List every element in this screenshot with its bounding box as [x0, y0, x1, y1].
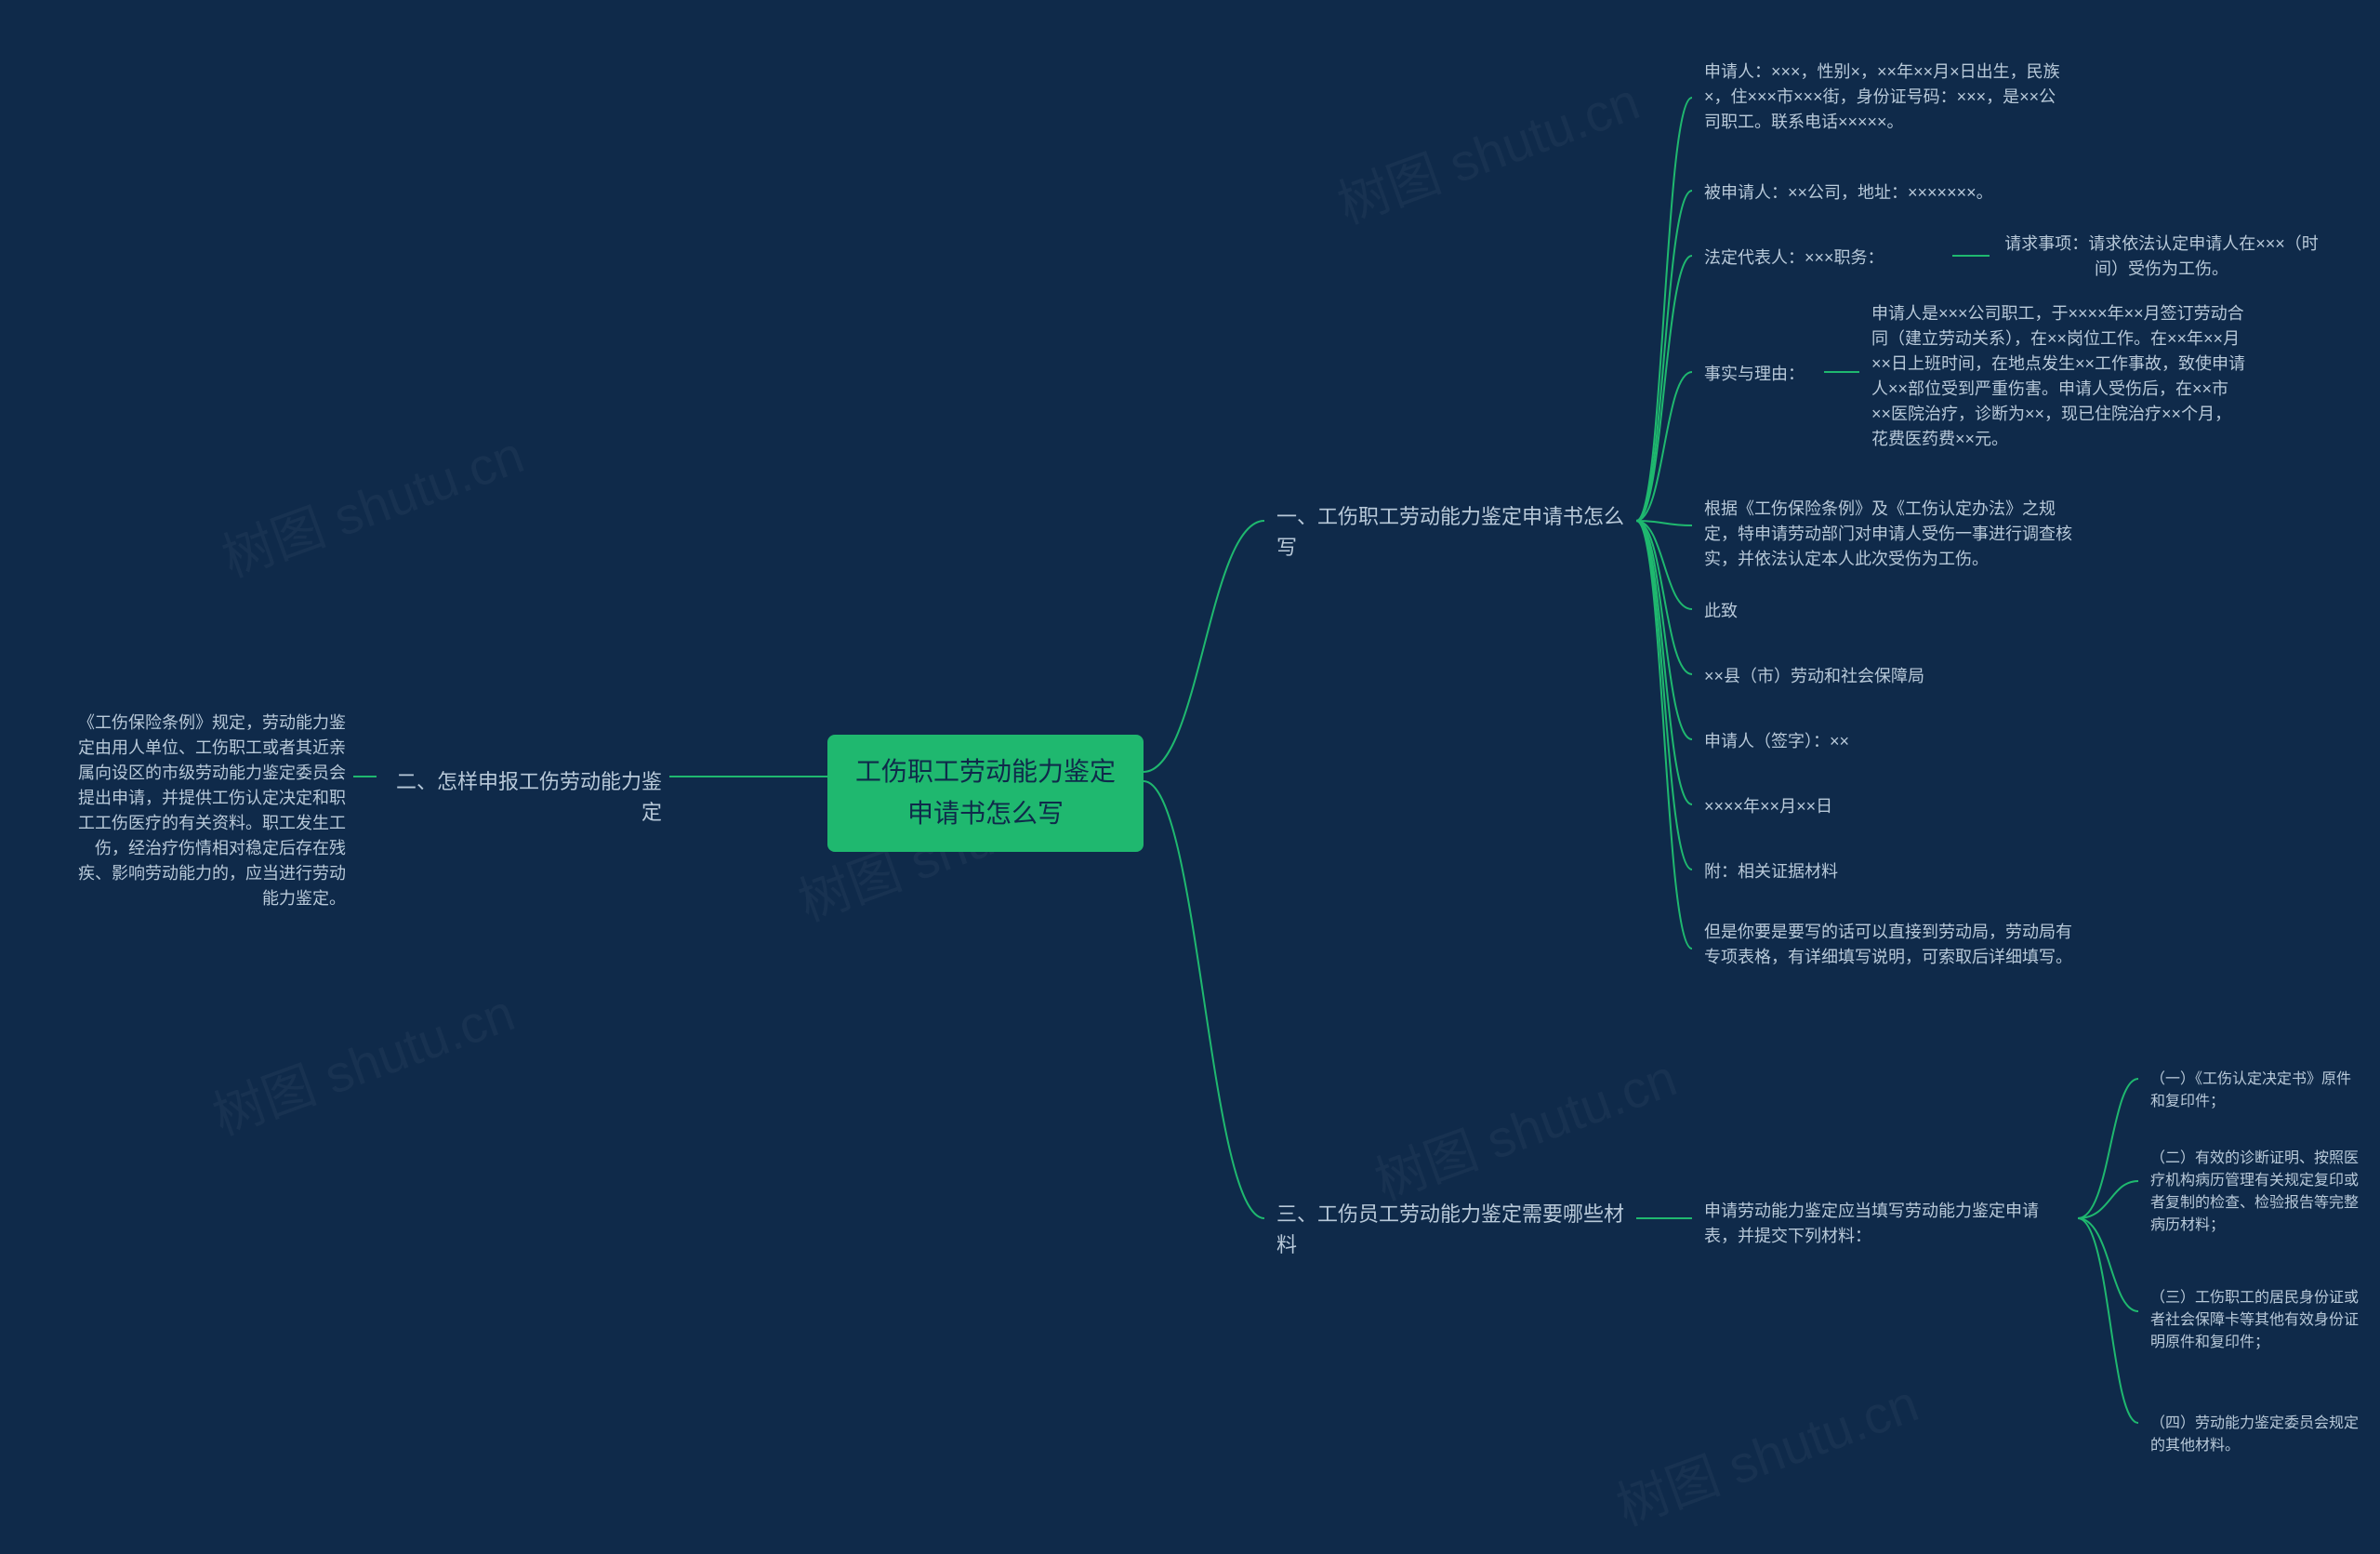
- b1-facts-detail: 申请人是×××公司职工，于××××年××月签订劳动合同（建立劳动关系），在××岗…: [1864, 298, 2254, 456]
- branch-3-label: 三、工伤员工劳动能力鉴定需要哪些材料: [1276, 1202, 1624, 1256]
- b1-legalrep: 法定代表人：×××职务：: [1697, 242, 1952, 274]
- b1-closing: 此致: [1697, 595, 2069, 628]
- root-node[interactable]: 工伤职工劳动能力鉴定申请书怎么写: [827, 735, 1144, 852]
- branch-3[interactable]: 三、工伤员工劳动能力鉴定需要哪些材料: [1269, 1195, 1632, 1264]
- watermark: 树图 shutu.cn: [210, 413, 533, 591]
- watermark: 树图 shutu.cn: [1326, 60, 1648, 238]
- b1-bureau: ××县（市）劳动和社会保障局: [1697, 660, 2069, 693]
- b1-applicant: 申请人：×××，性别×，××年××月×日出生，民族×，住×××市×××街，身份证…: [1697, 56, 2069, 139]
- branch-2-detail: 《工伤保险条例》规定，劳动能力鉴定由用人单位、工伤职工或者其近亲属向设区的市级劳…: [56, 707, 353, 915]
- b1-facts: 事实与理由：: [1697, 358, 1827, 391]
- b3-m3: （三）工伤职工的居民身份证或者社会保障卡等其他有效身份证明原件和复印件；: [2143, 1283, 2366, 1358]
- b3-m1: （一）《工伤认定决定书》原件和复印件；: [2143, 1065, 2366, 1117]
- watermark: 树图 shutu.cn: [1605, 1361, 1927, 1540]
- branch-1[interactable]: 一、工伤职工劳动能力鉴定申请书怎么写: [1269, 498, 1632, 566]
- b3-m2: （二）有效的诊断证明、按照医疗机构病历管理有关规定复印或者复制的检查、检验报告等…: [2143, 1144, 2366, 1241]
- b3-m4: （四）劳动能力鉴定委员会规定的其他材料。: [2143, 1409, 2366, 1461]
- b1-respondent: 被申请人：××公司，地址：×××××××。: [1697, 177, 2069, 209]
- branch-2-label: 二、怎样申报工伤劳动能力鉴定: [396, 770, 662, 824]
- b1-date: ××××年××月××日: [1697, 790, 2069, 823]
- branch-1-label: 一、工伤职工劳动能力鉴定申请书怎么写: [1276, 505, 1624, 559]
- b3-intro: 申请劳动能力鉴定应当填写劳动能力鉴定申请表，并提交下列材料：: [1697, 1195, 2078, 1253]
- b1-basis: 根据《工伤保险条例》及《工伤认定办法》之规定，特申请劳动部门对申请人受伤一事进行…: [1697, 493, 2087, 576]
- root-label: 工伤职工劳动能力鉴定申请书怎么写: [855, 757, 1116, 828]
- b1-note: 但是你要是要写的话可以直接到劳动局，劳动局有专项表格，有详细填写说明，可索取后详…: [1697, 916, 2087, 974]
- b1-signer: 申请人（签字）：××: [1697, 725, 2069, 758]
- watermark: 树图 shutu.cn: [1363, 1036, 1686, 1215]
- b1-legalrep-detail: 请求事项：请求依法认定申请人在×××（时间）受伤为工伤。: [1994, 228, 2329, 286]
- branch-2[interactable]: 二、怎样申报工伤劳动能力鉴定: [381, 763, 669, 831]
- watermark: 树图 shutu.cn: [201, 971, 523, 1149]
- b1-attach: 附：相关证据材料: [1697, 856, 2069, 888]
- mindmap-container: 树图 shutu.cn 树图 shutu.cn 树图 shutu.cn 树图 s…: [0, 0, 2380, 1554]
